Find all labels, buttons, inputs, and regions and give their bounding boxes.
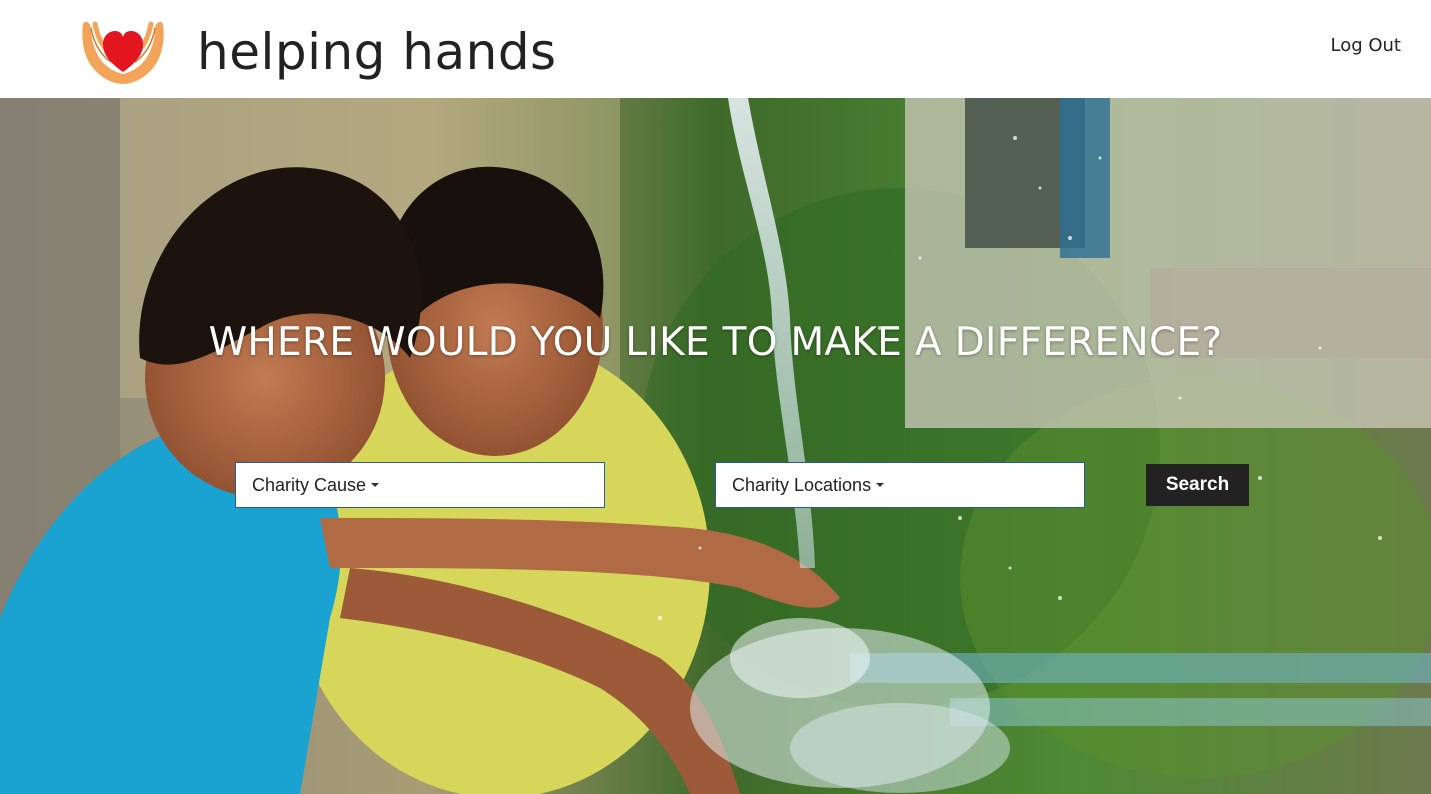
children-splashing-water-photo: [0, 98, 1431, 794]
charity-locations-dropdown[interactable]: Charity Locations: [715, 462, 1085, 508]
brand-name[interactable]: helping hands: [197, 20, 557, 84]
charity-cause-label: Charity Cause: [252, 475, 367, 495]
hero-headline: WHERE WOULD YOU LIKE TO MAKE A DIFFERENC…: [208, 320, 1223, 365]
hero-section: WHERE WOULD YOU LIKE TO MAKE A DIFFERENC…: [0, 98, 1431, 794]
top-navbar: helping hands Log Out: [0, 0, 1431, 98]
charity-cause-dropdown[interactable]: Charity Cause: [235, 462, 605, 508]
charity-locations-label: Charity Locations: [732, 475, 872, 495]
heart-in-hands-icon[interactable]: [79, 18, 167, 86]
caret-down-icon: [371, 483, 380, 488]
caret-down-icon: [876, 483, 885, 488]
search-button[interactable]: Search: [1146, 464, 1249, 506]
logout-link[interactable]: Log Out: [1330, 34, 1401, 58]
